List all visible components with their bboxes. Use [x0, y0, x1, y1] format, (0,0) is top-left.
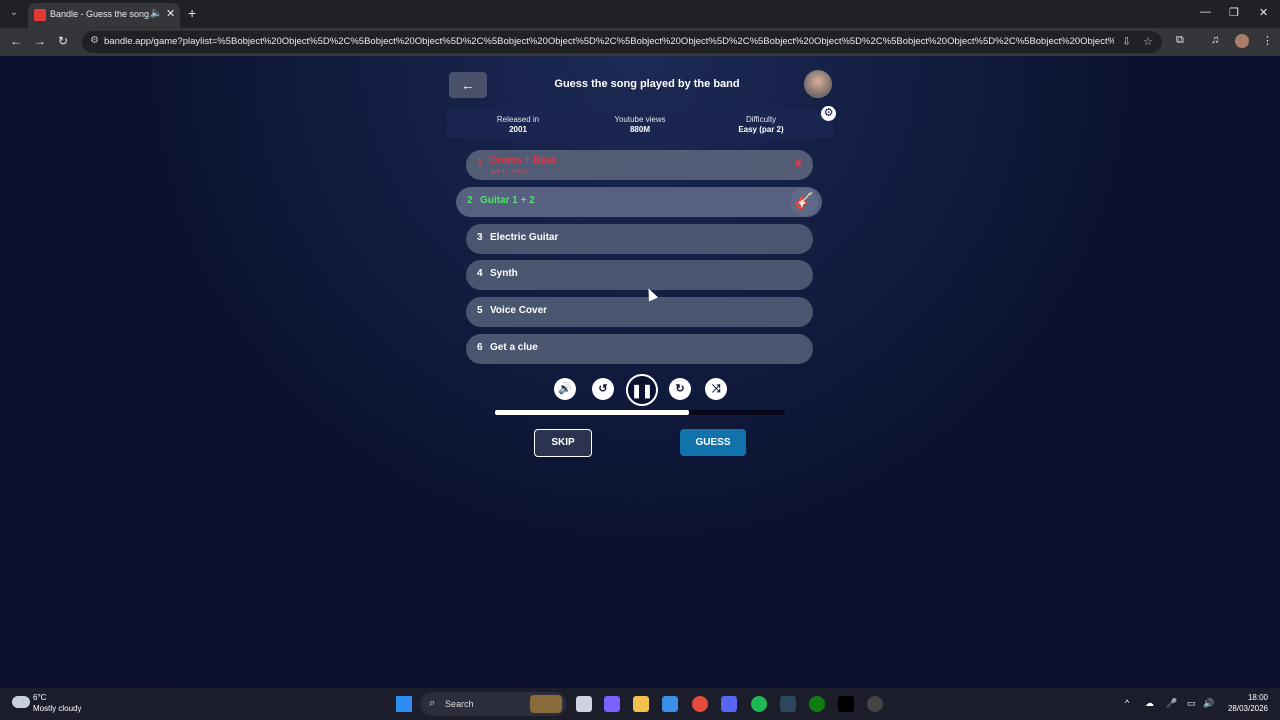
close-window-icon[interactable]: ✕	[1259, 6, 1268, 19]
chrome-icon[interactable]	[692, 696, 708, 712]
windows-taskbar: 6°C Mostly cloudy ⌕ Search ^ ☁ 🎤 ▭ 🔊 18:…	[0, 688, 1280, 720]
stem-label: Drums + Bass	[490, 155, 557, 166]
back-icon[interactable]: ←	[10, 34, 22, 48]
stem-number: 4	[477, 268, 483, 279]
browser-menu-icon[interactable]: ⋮	[1262, 34, 1273, 47]
tab-list-icon[interactable]: ⌄	[6, 5, 22, 21]
tab-title: Bandle - Guess the song, on	[50, 9, 150, 19]
install-app-icon[interactable]: ⇩	[1122, 35, 1131, 48]
pause-button[interactable]: ❚❚	[626, 374, 658, 406]
stem-label: Guitar 1 + 2	[480, 195, 535, 206]
song-info-bar: Released in 2001 Youtube views 880M Diff…	[447, 110, 833, 138]
stem-5-voice-cover[interactable]: 5 Voice Cover	[466, 297, 813, 327]
file-explorer-icon[interactable]	[633, 696, 649, 712]
page-title: Guess the song played by the band	[554, 78, 740, 90]
cloud-icon[interactable]	[12, 696, 30, 708]
address-bar[interactable]: ⚙ bandle.app/game?playlist=%5Bobject%20O…	[82, 31, 1162, 53]
youtube-views-info: Youtube views 880M	[580, 115, 700, 135]
stem-number: 2	[467, 195, 473, 206]
stem-6-get-a-clue[interactable]: 6 Get a clue	[466, 334, 813, 364]
tab-close-icon[interactable]: ✕	[166, 7, 175, 20]
stem-number: 6	[477, 342, 483, 353]
bookmark-star-icon[interactable]: ☆	[1143, 35, 1153, 48]
speaker-icon[interactable]: 🔊	[1203, 698, 1214, 709]
rewind-icon[interactable]: ↺	[592, 378, 614, 400]
onedrive-icon[interactable]: ☁	[1145, 698, 1154, 709]
task-view-icon[interactable]	[576, 696, 592, 712]
tab-audio-icon[interactable]: 🔈	[150, 8, 162, 19]
browser-tab-bandle[interactable]: Bandle - Guess the song, on 🔈 ✕	[28, 3, 180, 28]
guitar-icon: 🎸	[790, 188, 818, 216]
search-icon: ⌕	[429, 697, 436, 709]
info-label: Youtube views	[614, 115, 666, 124]
playback-progress-bar[interactable]	[495, 410, 785, 415]
info-label: Released in	[496, 115, 540, 124]
info-value: Easy (par 2)	[738, 125, 784, 134]
store-icon[interactable]	[662, 696, 678, 712]
url-text[interactable]: bandle.app/game?playlist=%5Bobject%20Obj…	[104, 36, 1114, 47]
release-year-info: Released in 2001	[458, 115, 578, 135]
difficulty-info: Difficulty Easy (par 2)	[701, 115, 821, 135]
microphone-icon[interactable]: 🎤	[1166, 698, 1177, 709]
tray-overflow-icon[interactable]: ^	[1125, 698, 1129, 708]
search-highlight-image	[530, 695, 562, 713]
shuffle-icon[interactable]: ⤨	[705, 378, 727, 400]
wrong-x-icon: ✘	[793, 158, 803, 170]
info-label: Difficulty	[745, 115, 777, 124]
volume-icon[interactable]: 🔊	[554, 378, 576, 400]
user-avatar[interactable]	[804, 70, 832, 98]
game-header: ← Guess the song played by the band	[447, 69, 833, 101]
guess-button[interactable]: GUESS	[680, 429, 746, 456]
capcut-icon[interactable]	[838, 696, 854, 712]
clock-date[interactable]: 28/03/2026	[1222, 704, 1268, 713]
minimize-icon[interactable]: —	[1200, 6, 1211, 18]
weather-description[interactable]: Mostly cloudy	[33, 704, 81, 713]
xbox-icon[interactable]	[809, 696, 825, 712]
browser-profile-avatar[interactable]	[1235, 34, 1249, 48]
browser-tabbar: ⌄ Bandle - Guess the song, on 🔈 ✕ + — ❐ …	[0, 0, 1280, 28]
fast-forward-icon[interactable]: ↻	[669, 378, 691, 400]
stem-label: Electric Guitar	[490, 232, 559, 243]
bandle-page: ← Guess the song played by the band Rele…	[0, 56, 1280, 688]
settings-gear-icon[interactable]: ⚙	[821, 106, 836, 121]
copilot-icon[interactable]	[604, 696, 620, 712]
site-info-icon[interactable]: ⚙	[90, 35, 99, 46]
forward-icon[interactable]: →	[34, 34, 46, 48]
stem-4-synth[interactable]: 4 Synth	[466, 260, 813, 290]
playback-controls: 🔊 ↺ ❚❚ ↻ ⤨	[552, 374, 732, 406]
extensions-icon[interactable]: ⧉	[1176, 34, 1184, 47]
stem-number: 5	[477, 305, 483, 316]
media-control-icon[interactable]: ♫	[1211, 34, 1219, 46]
windows-start-icon[interactable]	[396, 696, 412, 712]
new-tab-button[interactable]: +	[188, 5, 196, 21]
stem-3-electric-guitar[interactable]: 3 Electric Guitar	[466, 224, 813, 254]
info-value: 2001	[509, 125, 527, 134]
stem-2-guitars[interactable]: 2 Guitar 1 + 2 🎸	[456, 187, 822, 217]
search-placeholder: Search	[445, 699, 474, 709]
info-value: 880M	[629, 125, 650, 134]
bandle-favicon-icon	[34, 9, 46, 21]
discord-icon[interactable]	[721, 696, 737, 712]
stem-number: 3	[477, 232, 483, 243]
clock-time[interactable]: 18:00	[1228, 693, 1268, 702]
network-icon[interactable]: ▭	[1187, 698, 1196, 709]
wrong-guess-text: Sum 41 - Fat Lip	[490, 169, 527, 175]
restore-icon[interactable]: ❐	[1229, 6, 1239, 19]
weather-temperature[interactable]: 6°C	[33, 693, 46, 702]
stem-label: Synth	[490, 268, 518, 279]
stem-label: Voice Cover	[490, 305, 548, 316]
steam-icon[interactable]	[780, 696, 796, 712]
stem-number: 1	[477, 158, 483, 169]
skip-button[interactable]: SKIP	[534, 429, 592, 457]
reload-icon[interactable]: ↻	[58, 34, 68, 48]
obs-icon[interactable]	[867, 696, 883, 712]
spotify-icon[interactable]	[751, 696, 767, 712]
playback-progress-fill	[495, 410, 690, 415]
browser-toolbar: ← → ↻ ⚙ bandle.app/game?playlist=%5Bobje…	[0, 28, 1280, 56]
stem-1-drums-bass[interactable]: 1 Drums + Bass Sum 41 - Fat Lip ✘	[466, 150, 813, 180]
game-back-button[interactable]: ←	[449, 72, 487, 98]
taskbar-search[interactable]: ⌕ Search	[420, 692, 566, 716]
stem-label: Get a clue	[490, 342, 538, 353]
